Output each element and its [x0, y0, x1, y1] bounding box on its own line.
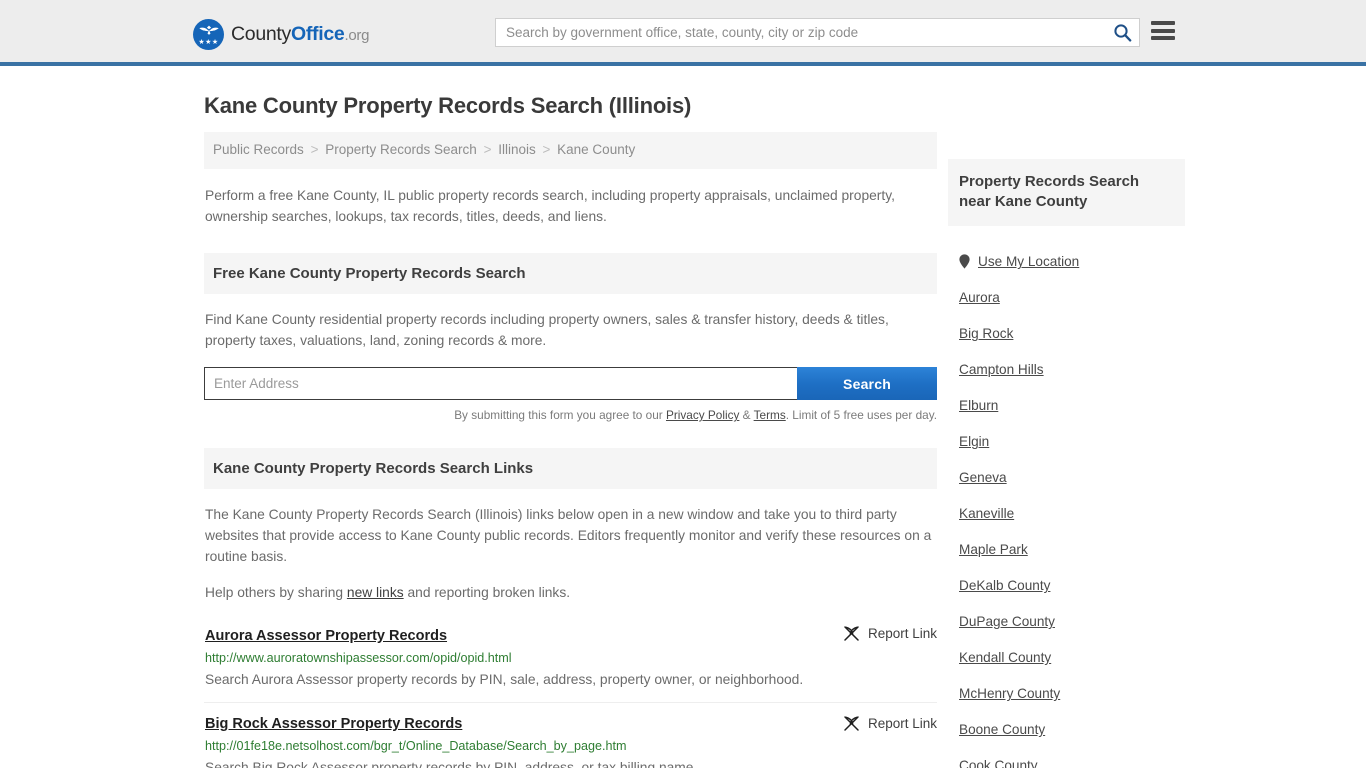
hamburger-menu-icon[interactable] — [1151, 21, 1175, 40]
sidebar-item-maple-park[interactable]: Maple Park — [948, 532, 1185, 568]
sidebar-item-label[interactable]: Use My Location — [978, 254, 1079, 269]
report-link-button[interactable]: Report Link — [843, 625, 937, 642]
free-search-description: Find Kane County residential property re… — [205, 312, 889, 349]
sidebar-item-aurora[interactable]: Aurora — [948, 280, 1185, 316]
sidebar-item-label[interactable]: Big Rock — [959, 326, 1013, 341]
resource-link-title[interactable]: Big Rock Assessor Property Records — [205, 716, 462, 732]
logo-text-org: .org — [344, 26, 370, 44]
disclaimer-amp: & — [739, 408, 754, 423]
breadcrumb-item-public-records[interactable]: Public Records — [213, 142, 304, 157]
sidebar-item-cook-county[interactable]: Cook County — [948, 748, 1185, 768]
free-search-body: Find Kane County residential property re… — [204, 294, 937, 351]
hamburger-bar — [1151, 21, 1175, 25]
list-item: Aurora Assessor Property Records http://… — [204, 613, 937, 703]
links-section-heading: Kane County Property Records Search Link… — [204, 448, 937, 490]
map-pin-icon — [959, 254, 970, 269]
sidebar-item-big-rock[interactable]: Big Rock — [948, 316, 1185, 352]
help-suffix: and reporting broken links. — [403, 584, 571, 600]
broken-link-icon — [844, 625, 859, 641]
logo-text-office: Office — [291, 22, 345, 45]
sidebar-item-kaneville[interactable]: Kaneville — [948, 496, 1185, 532]
hamburger-bar — [1151, 36, 1175, 40]
sidebar-item-label[interactable]: Boone County — [959, 722, 1045, 737]
sidebar-item-label[interactable]: Elburn — [959, 398, 998, 413]
breadcrumb-separator: > — [483, 142, 492, 157]
address-search-form: Search — [204, 367, 937, 401]
breadcrumb-separator: > — [542, 142, 551, 157]
resource-link-description: Search Aurora Assessor property records … — [205, 671, 804, 687]
resource-link-url: http://01fe18e.netsolhost.com/bgr_t/Onli… — [205, 738, 627, 753]
page-container: Kane County Property Records Search (Ill… — [0, 66, 1366, 768]
resource-link-title[interactable]: Aurora Assessor Property Records — [205, 628, 447, 644]
breadcrumb-separator: > — [310, 142, 319, 157]
stars-decoration: ★★★ — [198, 39, 219, 46]
broken-link-icon — [844, 716, 859, 731]
sidebar-item-label[interactable]: Maple Park — [959, 542, 1028, 557]
logo-text-county: County — [231, 22, 291, 45]
address-search-input[interactable] — [204, 367, 797, 401]
sidebar-item-campton-hills[interactable]: Campton Hills — [948, 352, 1185, 388]
sidebar-item-label[interactable]: Kendall County — [959, 650, 1051, 665]
content-layout: Public Records > Property Records Search… — [204, 132, 1185, 768]
sidebar: Property Records Search near Kane County… — [948, 132, 1185, 768]
global-search-button[interactable] — [1105, 19, 1139, 46]
form-disclaimer: By submitting this form you agree to our… — [204, 400, 937, 422]
links-section-body: The Kane County Property Records Search … — [204, 489, 937, 602]
breadcrumb: Public Records > Property Records Search… — [204, 132, 937, 169]
privacy-policy-link[interactable]: Privacy Policy — [666, 408, 739, 422]
sidebar-item-use-my-location[interactable]: Use My Location — [948, 244, 1185, 280]
resource-link-url: http://www.auroratownshipassessor.com/op… — [205, 650, 512, 665]
disclaimer-suffix: . Limit of 5 free uses per day. — [785, 408, 937, 423]
report-link-label: Report Link — [867, 625, 937, 641]
sidebar-item-dupage-county[interactable]: DuPage County — [948, 604, 1185, 640]
list-item: Big Rock Assessor Property Records http:… — [204, 703, 937, 768]
help-prefix: Help others by sharing — [205, 584, 347, 600]
sidebar-heading: Property Records Search near Kane County — [948, 159, 1185, 226]
sidebar-item-label[interactable]: Elgin — [959, 434, 989, 449]
page-intro-text: Perform a free Kane County, IL public pr… — [205, 187, 895, 224]
resource-link-list: Aurora Assessor Property Records http://… — [204, 603, 937, 768]
sidebar-item-mchenry-county[interactable]: McHenry County — [948, 676, 1185, 712]
search-icon — [1113, 24, 1131, 42]
report-link-button[interactable]: Report Link — [843, 715, 937, 732]
disclaimer-prefix: By submitting this form you agree to our — [454, 408, 666, 423]
breadcrumb-item-property-records-search[interactable]: Property Records Search — [325, 142, 477, 157]
logo-text: CountyOffice.org — [231, 22, 370, 45]
site-header: ★★★ CountyOffice.org — [0, 0, 1366, 66]
new-links-link[interactable]: new links — [347, 585, 404, 600]
global-search-box[interactable] — [495, 18, 1140, 47]
sidebar-item-label[interactable]: DeKalb County — [959, 578, 1050, 593]
sidebar-item-geneva[interactable]: Geneva — [948, 460, 1185, 496]
breadcrumb-item-kane-county[interactable]: Kane County — [557, 142, 635, 157]
sidebar-item-dekalb-county[interactable]: DeKalb County — [948, 568, 1185, 604]
sidebar-item-label[interactable]: Aurora — [959, 290, 1000, 305]
sidebar-item-elgin[interactable]: Elgin — [948, 424, 1185, 460]
resource-link-description: Search Big Rock Assessor property record… — [205, 759, 698, 768]
sidebar-item-boone-county[interactable]: Boone County — [948, 712, 1185, 748]
breadcrumb-item-illinois[interactable]: Illinois — [498, 142, 536, 157]
sidebar-item-kendall-county[interactable]: Kendall County — [948, 640, 1185, 676]
address-search-button[interactable]: Search — [797, 367, 937, 401]
sidebar-item-elburn[interactable]: Elburn — [948, 388, 1185, 424]
sidebar-item-label[interactable]: Cook County — [959, 758, 1038, 768]
sidebar-item-label[interactable]: Campton Hills — [959, 362, 1044, 377]
site-logo[interactable]: ★★★ CountyOffice.org — [193, 19, 369, 50]
links-section-paragraph: The Kane County Property Records Search … — [205, 507, 932, 565]
main-column: Public Records > Property Records Search… — [204, 132, 937, 768]
hamburger-bar — [1151, 28, 1175, 33]
sidebar-item-label[interactable]: DuPage County — [959, 614, 1055, 629]
eagle-seal-icon: ★★★ — [193, 19, 224, 50]
report-link-label: Report Link — [867, 715, 937, 731]
sidebar-item-label[interactable]: McHenry County — [959, 686, 1060, 701]
page-title: Kane County Property Records Search (Ill… — [204, 93, 692, 118]
free-search-heading: Free Kane County Property Records Search — [204, 253, 937, 295]
links-section-help: Help others by sharing new links and rep… — [205, 582, 936, 603]
terms-link[interactable]: Terms — [754, 408, 786, 422]
global-search-input[interactable] — [496, 25, 1105, 40]
sidebar-nearby-list: Use My Location Aurora Big Rock Campton … — [948, 226, 1185, 768]
sidebar-item-label[interactable]: Kaneville — [959, 506, 1014, 521]
sidebar-item-label[interactable]: Geneva — [959, 470, 1007, 485]
